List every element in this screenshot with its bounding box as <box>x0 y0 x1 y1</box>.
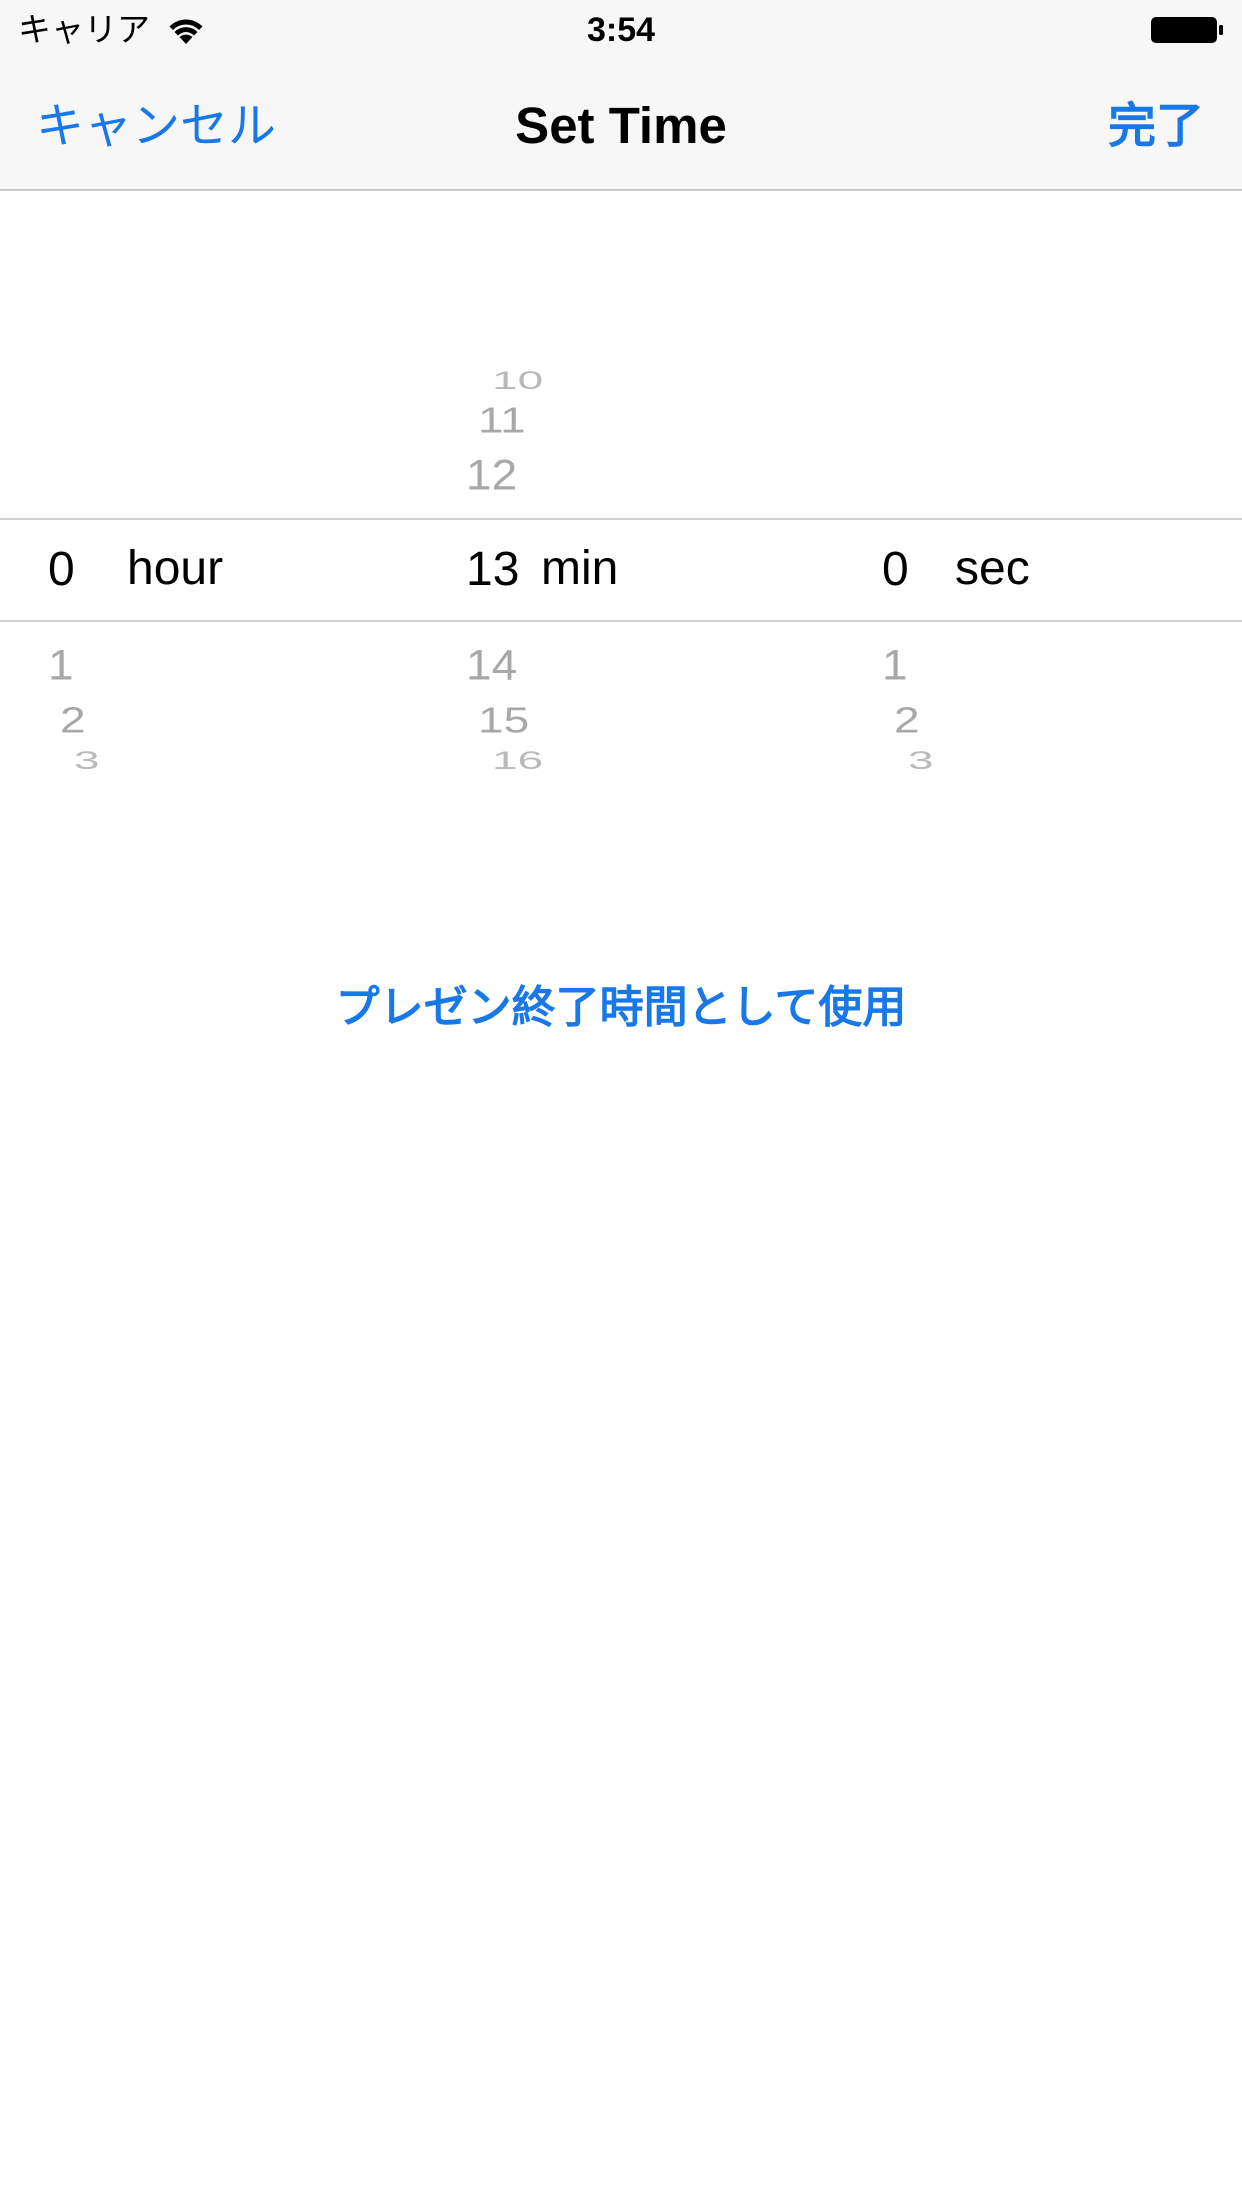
status-time: 3:54 <box>586 11 656 49</box>
second-wheel[interactable]: 0 1 23 <box>882 300 1222 835</box>
battery-icon <box>1151 17 1223 43</box>
second-unit-label: sec <box>955 542 1030 595</box>
minute-wheel-option[interactable]: 10 <box>492 365 543 396</box>
navigation-bar: キャンセル Set Time 完了 <box>0 60 1242 190</box>
hour-wheel-option[interactable]: 2 <box>60 698 86 742</box>
second-wheel-option[interactable]: 2 <box>894 698 920 742</box>
hour-selected-value[interactable]: 0 <box>48 542 75 598</box>
time-picker[interactable]: 0123 hour 10 11 12 13 14 15 16 min 0123 sec <box>0 300 1242 835</box>
hour-unit-label: hour <box>127 542 224 595</box>
status-bar: キャリア 3:54 <box>0 0 1242 60</box>
top-bar-area: キャリア 3:54 キャンセル Set Time 完了 <box>0 0 1242 191</box>
second-wheel-option[interactable]: 3 <box>908 745 934 776</box>
done-button[interactable]: 完了 <box>1108 96 1204 156</box>
page-title: Set Time <box>515 97 727 154</box>
second-selected-value[interactable]: 0 <box>882 542 909 598</box>
minute-wheel[interactable]: 10 11 12 13 14 15 16 <box>466 300 846 835</box>
second-wheel-option[interactable]: 1 <box>882 639 908 691</box>
use-as-presentation-end-time-button[interactable]: プレゼン終了時間として使用 <box>0 978 1242 1038</box>
hour-wheel-option[interactable]: 3 <box>74 745 100 776</box>
hour-wheel-option[interactable]: 1 <box>48 639 74 691</box>
minute-wheel-option[interactable]: 16 <box>492 745 543 776</box>
hour-wheel[interactable]: 0 1 23 <box>48 300 428 835</box>
minute-wheel-option[interactable]: 12 <box>466 449 517 501</box>
minute-wheel-option[interactable]: 14 <box>466 639 517 691</box>
minute-selected-value[interactable]: 13 <box>466 542 519 598</box>
minute-wheel-option[interactable]: 15 <box>478 698 529 742</box>
minute-wheel-option[interactable]: 11 <box>478 398 526 442</box>
minute-unit-label: min <box>541 542 619 595</box>
